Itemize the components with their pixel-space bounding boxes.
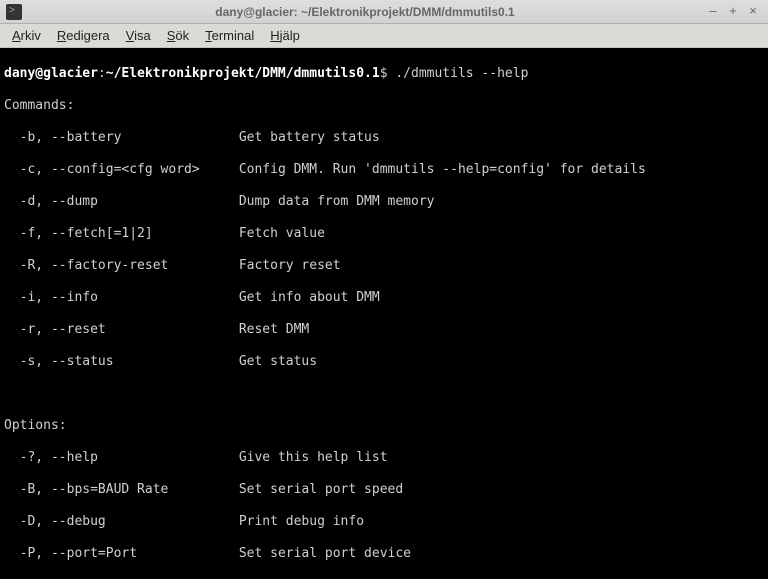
- entered-command: ./dmmutils --help: [395, 66, 528, 81]
- cmd-row: -c, --config=<cfg word> Config DMM. Run …: [4, 162, 764, 178]
- menubar: Arkiv Redigera Visa Sök Terminal Hjälp: [0, 24, 768, 48]
- minimize-button[interactable]: –: [704, 4, 722, 20]
- cmd-row: -R, --factory-reset Factory reset: [4, 258, 764, 274]
- close-button[interactable]: ×: [744, 4, 762, 20]
- menu-sok[interactable]: Sök: [159, 26, 197, 45]
- menu-arkiv[interactable]: Arkiv: [4, 26, 49, 45]
- cmd-row: -b, --battery Get battery status: [4, 130, 764, 146]
- terminal[interactable]: dany@glacier:~/Elektronikprojekt/DMM/dmm…: [0, 48, 768, 579]
- section-options: Options:: [4, 418, 764, 434]
- cmd-row: -r, --reset Reset DMM: [4, 322, 764, 338]
- prompt-line: dany@glacier:~/Elektronikprojekt/DMM/dmm…: [4, 66, 764, 82]
- window-title: dany@glacier: ~/Elektronikprojekt/DMM/dm…: [28, 5, 702, 19]
- app-icon: [6, 4, 22, 20]
- cmd-row: -s, --status Get status: [4, 354, 764, 370]
- menu-redigera[interactable]: Redigera: [49, 26, 118, 45]
- menu-hjalp[interactable]: Hjälp: [262, 26, 308, 45]
- menu-visa[interactable]: Visa: [118, 26, 159, 45]
- opt-row: -B, --bps=BAUD Rate Set serial port spee…: [4, 482, 764, 498]
- menu-terminal[interactable]: Terminal: [197, 26, 262, 45]
- cmd-row: -f, --fetch[=1|2] Fetch value: [4, 226, 764, 242]
- window-titlebar: dany@glacier: ~/Elektronikprojekt/DMM/dm…: [0, 0, 768, 24]
- opt-row: -?, --help Give this help list: [4, 450, 764, 466]
- opt-row: -D, --debug Print debug info: [4, 514, 764, 530]
- cmd-row: -d, --dump Dump data from DMM memory: [4, 194, 764, 210]
- opt-row: -P, --port=Port Set serial port device: [4, 546, 764, 562]
- cmd-row: -i, --info Get info about DMM: [4, 290, 764, 306]
- section-commands: Commands:: [4, 98, 764, 114]
- maximize-button[interactable]: +: [724, 4, 742, 20]
